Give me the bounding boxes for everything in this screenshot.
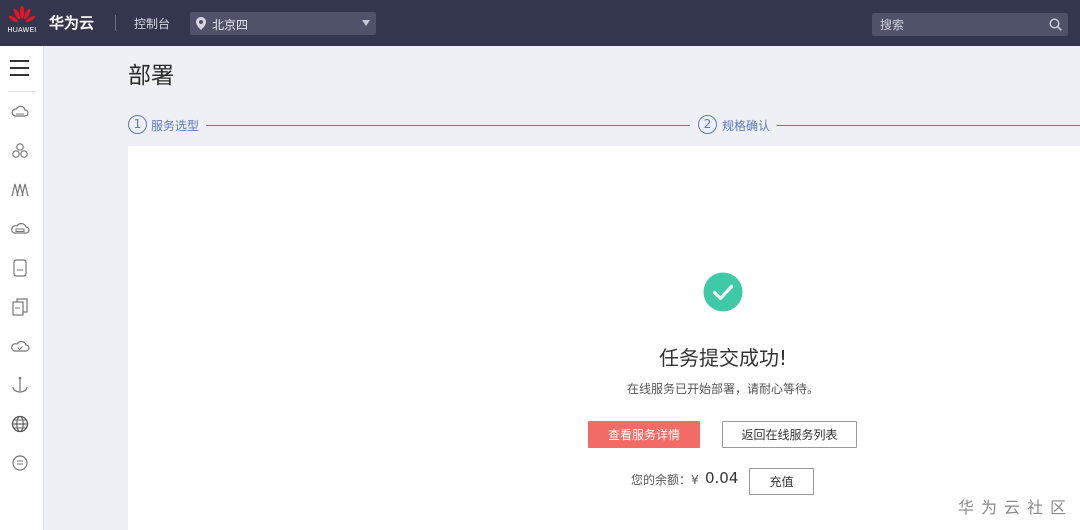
page-title: 部署 xyxy=(128,63,174,89)
sidebar-divider xyxy=(8,91,36,92)
anchor-icon[interactable] xyxy=(10,375,32,397)
step-connector xyxy=(777,125,1080,126)
recharge-button[interactable]: 充值 xyxy=(749,468,814,495)
cloud-check-icon[interactable] xyxy=(10,336,32,358)
region-label: 北京四 xyxy=(212,18,249,32)
success-message: 在线服务已开始部署，请耐心等待。 xyxy=(626,382,819,396)
step-connector xyxy=(206,125,690,126)
community-watermark: 华为云社区 xyxy=(958,498,1074,517)
step-2-number: 2 xyxy=(698,115,717,134)
console-link[interactable]: 控制台 xyxy=(134,15,170,32)
balance-amount: 0.04 xyxy=(705,469,739,487)
model-arts-icon[interactable] xyxy=(10,180,32,202)
step-2-label: 规格确认 xyxy=(722,119,771,133)
brand-name[interactable]: 华为云 xyxy=(49,12,94,33)
result-card xyxy=(128,146,1080,530)
success-headline: 任务提交成功! xyxy=(658,346,788,370)
step-progress: 1 服务选型 2 规格确认 xyxy=(128,115,1080,137)
balance-label: 您的余额：¥ xyxy=(631,473,699,487)
header-divider xyxy=(115,15,116,31)
globe-icon[interactable] xyxy=(10,414,32,436)
search-input[interactable] xyxy=(872,13,1042,36)
cloud-server-icon[interactable] xyxy=(10,102,32,124)
cloud-storage-icon[interactable] xyxy=(10,219,32,241)
success-check-icon xyxy=(703,272,743,312)
step-1-label: 服务选型 xyxy=(151,119,200,133)
view-service-details-button[interactable]: 查看服务详情 xyxy=(588,421,700,448)
file-copy-icon[interactable] xyxy=(10,297,32,319)
info-circle-icon[interactable] xyxy=(10,453,32,475)
huawei-logo-icon[interactable] xyxy=(6,5,38,40)
location-pin-icon xyxy=(196,17,206,30)
document-icon[interactable] xyxy=(10,258,32,280)
top-bar: HUAWEI 华为云 控制台 北京四 xyxy=(0,0,1080,46)
cluster-icon[interactable] xyxy=(10,141,32,163)
chevron-down-icon xyxy=(362,20,370,26)
region-selector[interactable]: 北京四 xyxy=(190,12,376,35)
search-box xyxy=(872,13,1068,36)
step-1-number: 1 xyxy=(128,115,147,134)
search-icon[interactable] xyxy=(1049,18,1062,31)
sidebar xyxy=(0,46,44,530)
back-to-service-list-button[interactable]: 返回在线服务列表 xyxy=(722,421,857,448)
hamburger-menu-icon[interactable] xyxy=(10,60,30,78)
logo-text: HUAWEI xyxy=(7,27,37,34)
